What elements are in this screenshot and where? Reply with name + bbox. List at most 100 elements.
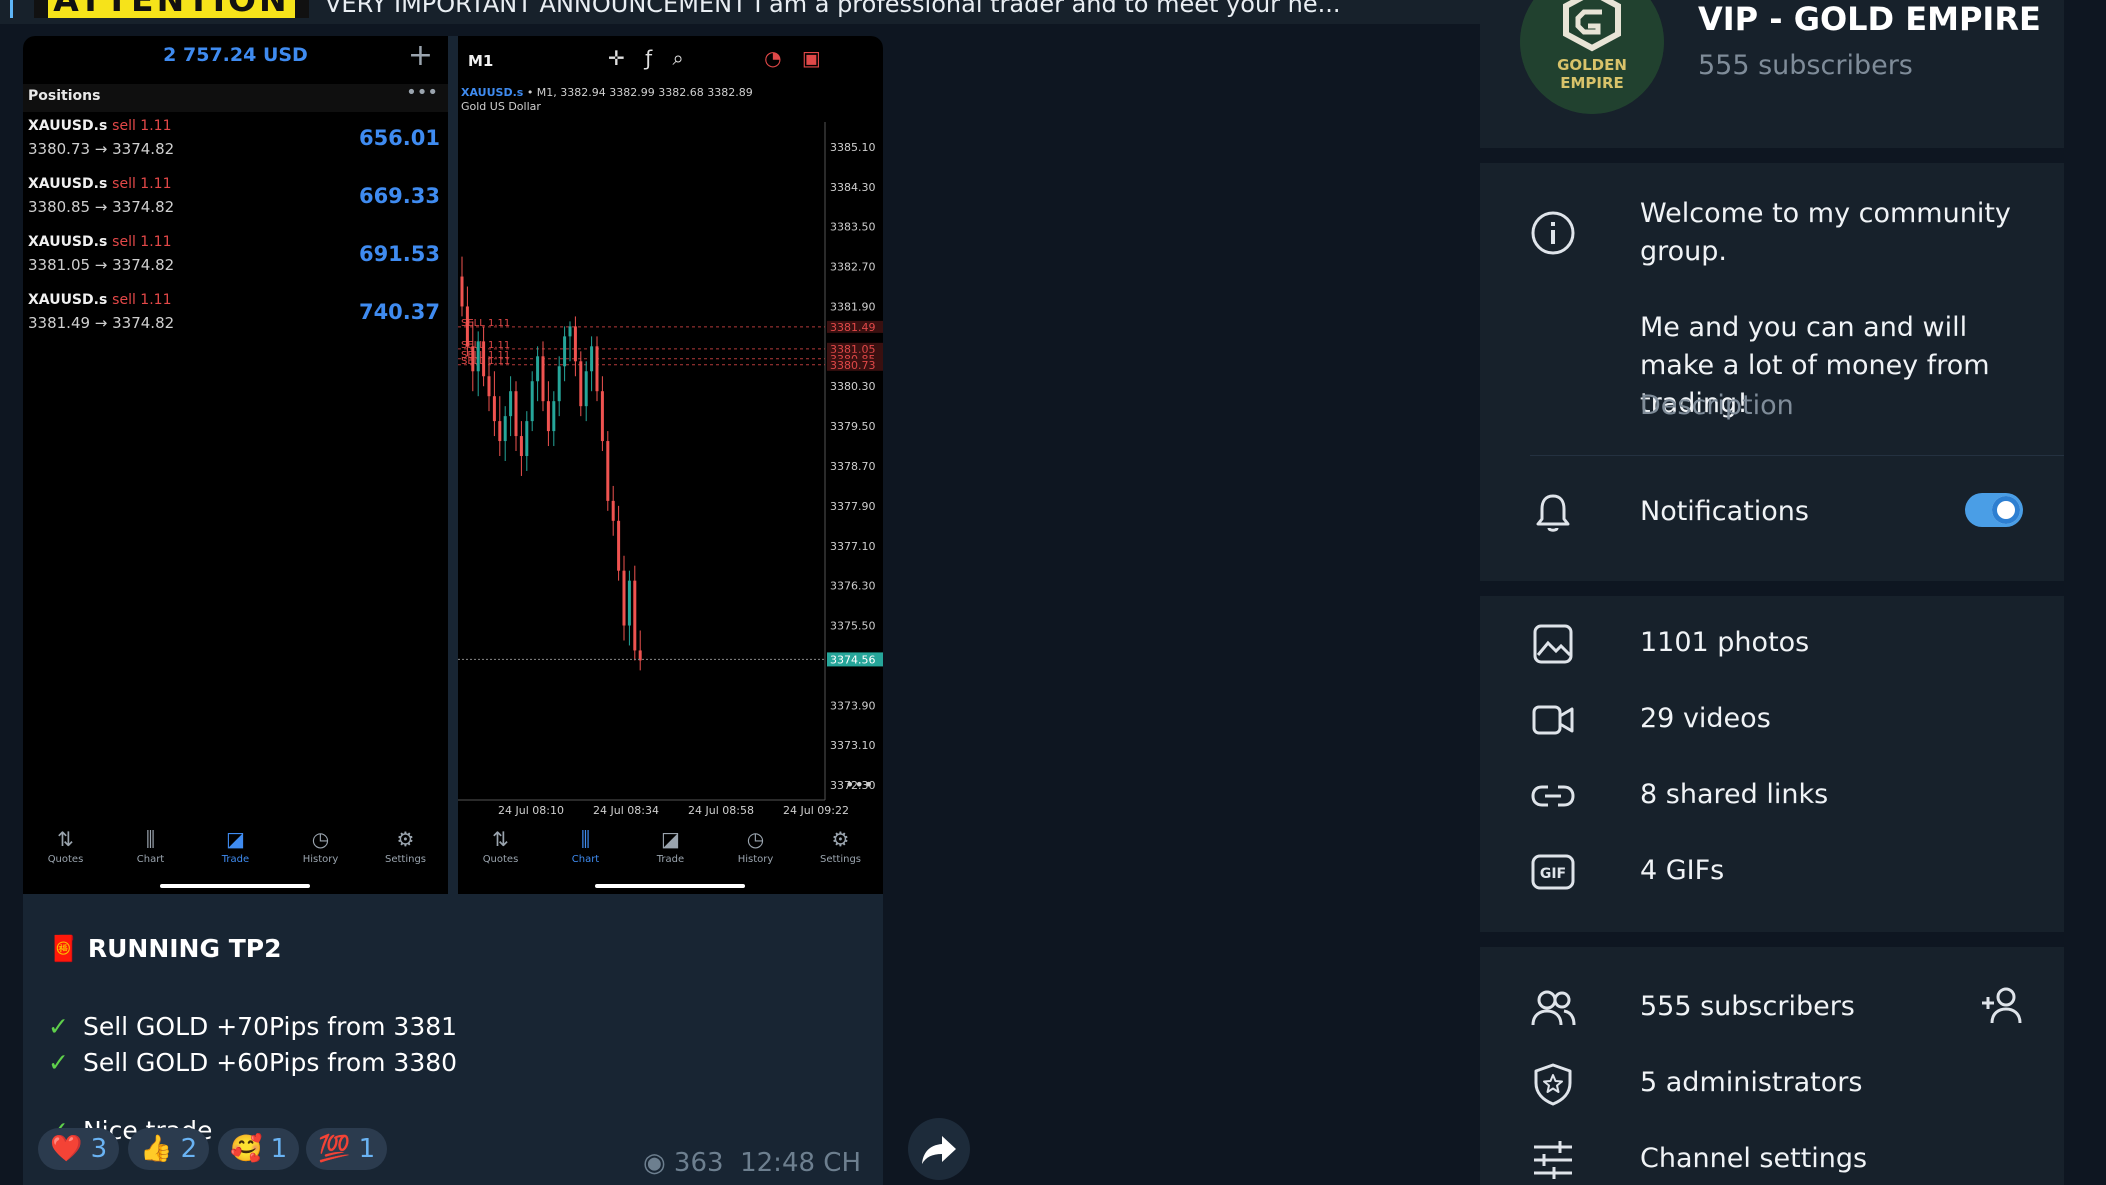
pinned-message-bar[interactable]: ATTENTION VERY IMPORTANT ANNOUNCEMENT I …	[0, 0, 1480, 24]
symbol-text: XAUUSD.s	[28, 176, 108, 192]
caption-heading: 🧧 RUNNING TP2	[48, 934, 281, 964]
candle-body	[590, 346, 594, 372]
members-subscribers[interactable]: 555 subscribers	[1640, 991, 1855, 1022]
nav-label: Quotes	[482, 854, 519, 865]
nav-trade[interactable]: ◪ Trade	[628, 826, 713, 865]
link-icon	[1531, 785, 1575, 807]
price-tick-label: 3384.30	[830, 181, 876, 194]
nav-settings[interactable]: ⚙ Settings	[798, 826, 883, 865]
nav-chart[interactable]: ⫼ Chart	[108, 826, 193, 865]
candle-body	[600, 391, 604, 442]
members-admins[interactable]: 5 administrators	[1640, 1067, 1862, 1098]
notifications-toggle[interactable]	[1965, 493, 2023, 527]
forward-button[interactable]	[908, 1118, 970, 1180]
reaction-thumbs-up[interactable]: 👍 2	[128, 1128, 210, 1170]
nav-chart[interactable]: ⫼ Chart	[543, 826, 628, 865]
candle-body	[557, 366, 561, 402]
settings-icon: ⚙	[831, 827, 850, 851]
mt-nav-bar: ⇅ Quotes ⫼ Chart ◪ Trade ◷ History ⚙ Settings	[458, 826, 883, 888]
money-emoji: 🧧	[48, 934, 80, 963]
history-icon: ◷	[311, 827, 330, 851]
toggle-knob	[1992, 496, 2020, 524]
reaction-heart[interactable]: ❤️ 3	[38, 1128, 120, 1170]
candle-body	[584, 371, 588, 407]
media-videos[interactable]: 29 videos	[1640, 703, 1771, 734]
candle-body	[546, 401, 550, 432]
candle-body	[471, 346, 475, 372]
positions-title: Positions	[28, 88, 101, 104]
candle-body	[514, 391, 518, 437]
nav-label: History	[302, 854, 339, 865]
reaction-hundred[interactable]: 💯 1	[306, 1128, 388, 1170]
nav-label: Settings	[819, 854, 861, 865]
svg-text:GOLDEN: GOLDEN	[1557, 56, 1627, 74]
account-balance: 2 757.24 USD	[163, 44, 308, 66]
subscribers-icon	[1531, 990, 1576, 1026]
chart-screenshot[interactable]: M1 ✛ ƒ ⌕ ◔ ▣ XAUUSD.s • M1, 3382.94 3382…	[458, 36, 883, 894]
position-symbol: XAUUSD.s sell 1.11	[28, 292, 171, 308]
nav-label: Chart	[136, 854, 165, 865]
nav-history[interactable]: ◷ History	[713, 826, 798, 865]
settings-sliders-icon	[1534, 1141, 1572, 1179]
channel-description: Welcome to my community group. Me and you…	[1640, 195, 2040, 423]
candle-body	[573, 326, 577, 362]
chart-icon: ⫼	[145, 827, 156, 851]
candle-body	[595, 346, 599, 392]
media-photos[interactable]: 1101 photos	[1640, 627, 1809, 658]
candle-body	[541, 356, 545, 402]
candle-body	[492, 396, 496, 422]
time-tick-label: 24 Jul 09:22	[783, 804, 849, 817]
price-tick-label: 3377.90	[830, 500, 876, 513]
view-count: 363	[673, 1148, 724, 1178]
candle-body	[633, 580, 637, 651]
candle-body	[611, 500, 615, 521]
reaction-love[interactable]: 🥰 1	[218, 1128, 300, 1170]
channel-avatar[interactable]: GOLDEN EMPIRE	[1520, 0, 1664, 114]
channel-settings[interactable]: Channel settings	[1640, 1143, 1867, 1174]
media-gifs[interactable]: 4 GIFs	[1640, 855, 1724, 886]
candle-body	[530, 381, 534, 422]
candle-body	[498, 421, 502, 442]
channel-header: GOLDEN EMPIRE VIP - GOLD EMPIRE 555 subs…	[1480, 0, 2064, 148]
chat-area: ATTENTION VERY IMPORTANT ANNOUNCEMENT I …	[0, 0, 1480, 1185]
price-tick-label: 3373.10	[830, 739, 876, 752]
nav-history[interactable]: ◷ History	[278, 826, 363, 865]
media-links[interactable]: 8 shared links	[1640, 779, 1828, 810]
order-line-label: SELL 1.11	[461, 356, 510, 367]
info-section: Welcome to my community group. Me and you…	[1480, 163, 2064, 581]
nav-label: Settings	[384, 854, 426, 865]
price-tick-label: 3373.90	[830, 699, 876, 712]
candlestick-chart: 3385.10 3384.30 3383.50 3382.70 3381.90 3380.…	[458, 122, 883, 817]
members-section: 555 subscribers 5 administrators Channel…	[1480, 947, 2064, 1185]
position-profit: 740.37	[358, 300, 440, 324]
caption-text: Sell GOLD +70Pips from 3381	[82, 1012, 458, 1041]
symbol-text: XAUUSD.s	[28, 292, 108, 308]
positions-screenshot[interactable]: 2 757.24 USD + Positions ••• XAUUSD.s se…	[23, 36, 448, 894]
symbol-text: XAUUSD.s	[28, 234, 108, 250]
price-tick-label: 3380.30	[830, 380, 876, 393]
nav-quotes[interactable]: ⇅ Quotes	[23, 826, 108, 865]
nav-settings[interactable]: ⚙ Settings	[363, 826, 448, 865]
pinned-message-text: VERY IMPORTANT ANNOUNCEMENT I am a profe…	[325, 0, 1341, 18]
bell-icon	[1536, 494, 1570, 532]
check-icon: ✓	[48, 1012, 69, 1041]
position-symbol: XAUUSD.s sell 1.11	[28, 234, 171, 250]
quotes-icon: ⇅	[57, 827, 74, 851]
channel-post: 2 757.24 USD + Positions ••• XAUUSD.s se…	[23, 36, 883, 1185]
candle-body	[509, 391, 513, 417]
symbol-text: XAUUSD.s	[28, 118, 108, 134]
position-row: XAUUSD.s sell 1.11 3381.05 → 3374.82 691…	[23, 234, 448, 290]
reaction-count: 1	[358, 1134, 376, 1164]
price-tick-label: 3383.50	[830, 221, 876, 234]
nav-trade[interactable]: ◪ Trade	[193, 826, 278, 865]
message-time: 12:48 CH	[740, 1148, 861, 1178]
settings-icon: ⚙	[396, 827, 415, 851]
nav-quotes[interactable]: ⇅ Quotes	[458, 826, 543, 865]
channel-subscriber-count: 555 subscribers	[1698, 50, 1913, 81]
trade-icon: ◪	[661, 827, 680, 851]
add-member-icon[interactable]	[1980, 983, 2026, 1029]
candle-body	[622, 570, 626, 626]
position-prices: 3380.85 → 3374.82	[28, 198, 175, 216]
caption-line: ✓ Sell GOLD +70Pips from 3381	[48, 1012, 457, 1041]
position-side: sell 1.11	[112, 118, 172, 134]
